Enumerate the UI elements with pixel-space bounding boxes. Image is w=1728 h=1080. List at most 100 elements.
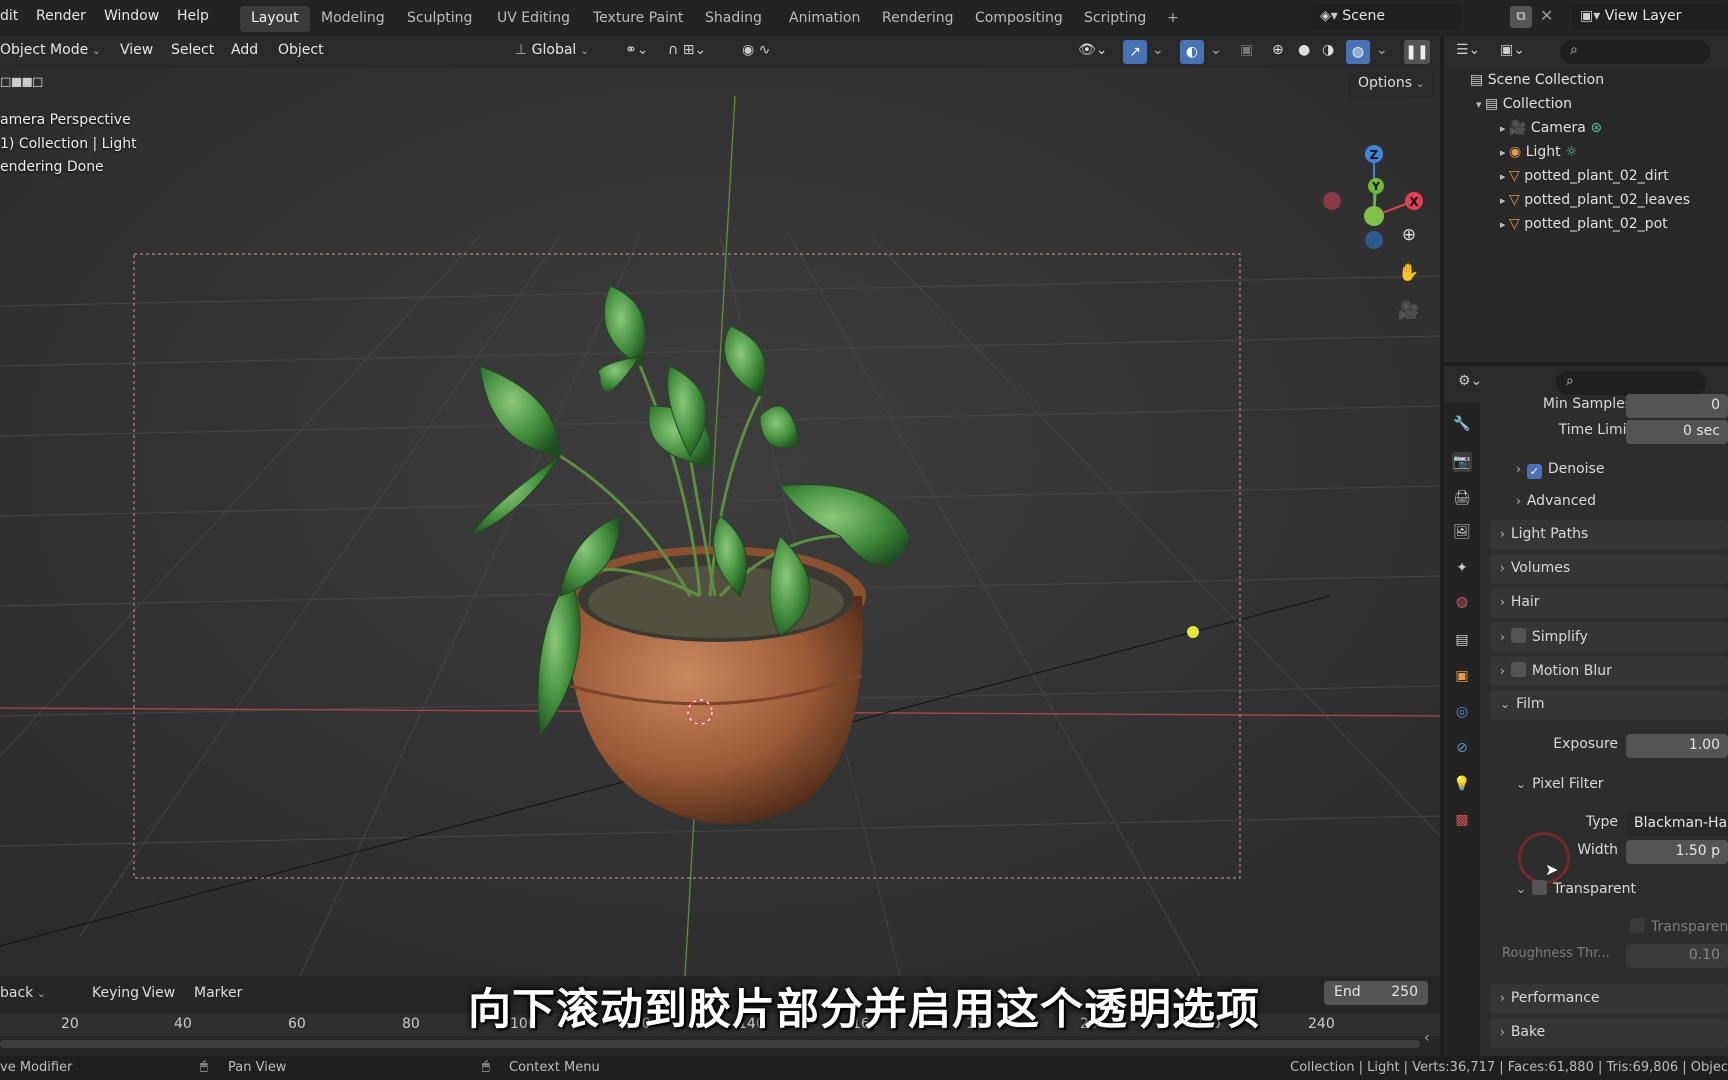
texture-tab-icon[interactable]: ▩ [1452,810,1472,830]
transform-orientation[interactable]: ⊥ Global ⌄ [515,42,589,58]
scene-selector[interactable]: ◈▾ Scene [1312,4,1462,30]
chevron-down-icon[interactable]: ⌄ [1376,42,1388,58]
menu-add[interactable]: Add [231,42,258,58]
object-tab-icon[interactable]: ▣ [1452,666,1472,686]
outliner-item-pot[interactable]: ▸ ▽ potted_plant_02_pot [1500,216,1668,238]
camera-view-icon[interactable]: 🎥 [1394,296,1424,326]
motion-blur-panel[interactable]: › Motion Blur [1490,656,1728,686]
tab-animation[interactable]: Animation [778,6,871,32]
collection-tab-icon[interactable]: ▤ [1452,630,1472,650]
render-tab-icon[interactable]: 📷 [1452,452,1472,472]
menu-select[interactable]: Select [171,42,214,58]
tab-rendering[interactable]: Rendering [871,6,965,32]
options-dropdown[interactable]: Options ⌄ [1348,72,1435,98]
volumes-panel[interactable]: › Volumes [1490,554,1728,584]
tab-modeling[interactable]: Modeling [310,6,396,32]
outliner-header: ☰⌄ ▣⌄ ⌕ [1444,36,1728,68]
view-layer-selector[interactable]: ▣▾ View Layer [1572,4,1728,30]
menu-help[interactable]: Help [177,8,209,28]
min-samples-field[interactable]: 0 [1626,394,1728,418]
light-paths-panel[interactable]: › Light Paths [1490,520,1728,550]
exposure-field[interactable]: 1.00 [1626,734,1728,758]
zoom-icon[interactable]: ⊕ [1394,220,1424,250]
pivot-icon[interactable]: ⚭⌄ [625,42,648,58]
object-data-tab-icon[interactable]: 💡 [1452,774,1472,794]
denoise-checkbox[interactable]: ✓ [1526,464,1542,479]
transparent-checkbox[interactable] [1532,880,1548,895]
shading-material-icon[interactable]: ◑ [1322,42,1334,58]
world-tab-icon[interactable]: ◍ [1452,592,1472,612]
outliner-item-label: potted_plant_02_dirt [1524,168,1669,184]
select-mode-icons[interactable]: ◻◼◼◻ [0,74,43,90]
scene-collection[interactable]: ▤ Scene Collection [1470,72,1604,94]
motion-blur-checkbox[interactable] [1510,662,1526,677]
transparent-label: Transparent [1553,881,1636,897]
display-mode-icon[interactable]: ▣⌄ [1500,42,1525,58]
menu-object[interactable]: Object [278,42,324,58]
shading-solid-icon[interactable]: ● [1298,42,1310,58]
outliner: ☰⌄ ▣⌄ ⌕ ▤ Scene Collection ▾ ▤ Collectio… [1444,36,1728,362]
output-tab-icon[interactable]: 🖨 [1452,488,1472,508]
filter-width-field[interactable]: 1.50 p [1626,840,1728,864]
new-scene-icon[interactable]: ⧉ [1510,6,1532,28]
status-bar: ve Modifier 🖱 Pan View 🖱 Context Menu Co… [0,1056,1728,1080]
3d-viewport[interactable]: Object Mode ⌄ View Select Add Object ⊥ G… [0,36,1440,976]
transparent-glass-checkbox[interactable] [1630,918,1645,933]
transparent-subpanel[interactable]: ⌄ Transparent [1516,880,1636,897]
denoise-row[interactable]: › ✓ Denoise [1516,461,1604,479]
snap-icon[interactable]: ∩ ⊞⌄ [668,42,706,58]
menu-render[interactable]: Render [36,8,86,28]
scene-tab-icon[interactable]: ✦ [1452,558,1472,578]
overlay-toggle-icon[interactable]: ◐ [1180,40,1204,64]
tool-tab-icon[interactable]: 🔧 [1452,414,1472,434]
transparent-glass-row[interactable]: Transparent [1630,918,1728,935]
outliner-item-dirt[interactable]: ▸ ▽ potted_plant_02_dirt [1500,168,1669,190]
physics-tab-icon[interactable]: ◎ [1452,702,1472,722]
chevron-down-icon[interactable]: ⌄ [1210,42,1222,58]
tab-scripting[interactable]: Scripting [1073,6,1157,32]
menu-window[interactable]: Window [104,8,159,28]
outliner-search-input[interactable]: ⌕ [1560,40,1710,64]
proportional-edit-icon[interactable]: ◉ ∿ [742,42,770,58]
view-layer-tab-icon[interactable]: 🖼 [1452,522,1472,542]
shading-rendered-icon[interactable]: ◍ [1346,40,1370,64]
roughness-threshold-field[interactable]: 0.10 [1626,944,1728,968]
chevron-down-icon[interactable]: ⌄ [1152,42,1164,58]
tab-shading[interactable]: Shading [694,6,773,32]
simplify-checkbox[interactable] [1510,628,1526,643]
outliner-item-camera[interactable]: ▸ 🎥 Camera ⊛ [1500,120,1602,142]
editor-type-icon[interactable]: ⚙⌄ [1458,373,1482,389]
tab-compositing[interactable]: Compositing [964,6,1074,32]
outliner-item-leaves[interactable]: ▸ ▽ potted_plant_02_leaves [1500,192,1690,214]
mode-selector[interactable]: Object Mode ⌄ [0,42,101,58]
visibility-icon[interactable]: 👁⌄ [1078,42,1108,58]
hair-panel[interactable]: › Hair [1490,588,1728,618]
constraints-tab-icon[interactable]: ⊘ [1452,738,1472,758]
volumes-label: Volumes [1510,560,1571,576]
advanced-subpanel[interactable]: › Advanced [1516,493,1596,509]
pause-render-icon[interactable]: ❚❚ [1404,40,1430,64]
outliner-item-light[interactable]: ▸ ◉ Light ☼ [1500,144,1578,166]
add-workspace-button[interactable]: + [1156,6,1190,32]
editor-type-icon[interactable]: ☰⌄ [1456,42,1480,58]
film-panel[interactable]: ⌄ Film [1490,690,1728,720]
simplify-panel[interactable]: › Simplify [1490,622,1728,652]
filter-type-dropdown[interactable]: Blackman-Har [1626,812,1728,836]
time-limit-field[interactable]: 0 sec [1626,420,1728,444]
tab-layout[interactable]: Layout [240,6,310,32]
collection-row[interactable]: ▾ ▤ Collection [1476,96,1572,118]
gizmo-toggle-icon[interactable]: ↗ [1123,40,1147,64]
pixel-filter-subpanel[interactable]: ⌄ Pixel Filter [1516,776,1604,792]
delete-scene-icon[interactable]: ✕ [1540,6,1553,25]
timeline-scrollbar[interactable] [0,1040,1420,1048]
menu-view[interactable]: View [120,42,153,58]
xray-icon[interactable]: ▣ [1240,42,1253,58]
pan-hand-icon[interactable]: ✋ [1394,258,1424,288]
tab-texture-paint[interactable]: Texture Paint [582,6,694,32]
shading-wireframe-icon[interactable]: ⊕ [1272,42,1284,58]
motion-blur-label: Motion Blur [1531,663,1612,679]
tab-sculpting[interactable]: Sculpting [396,6,483,32]
tab-uv-editing[interactable]: UV Editing [486,6,581,32]
properties-search-input[interactable]: ⌕ [1556,371,1706,395]
menu-edit[interactable]: dit [0,8,18,28]
